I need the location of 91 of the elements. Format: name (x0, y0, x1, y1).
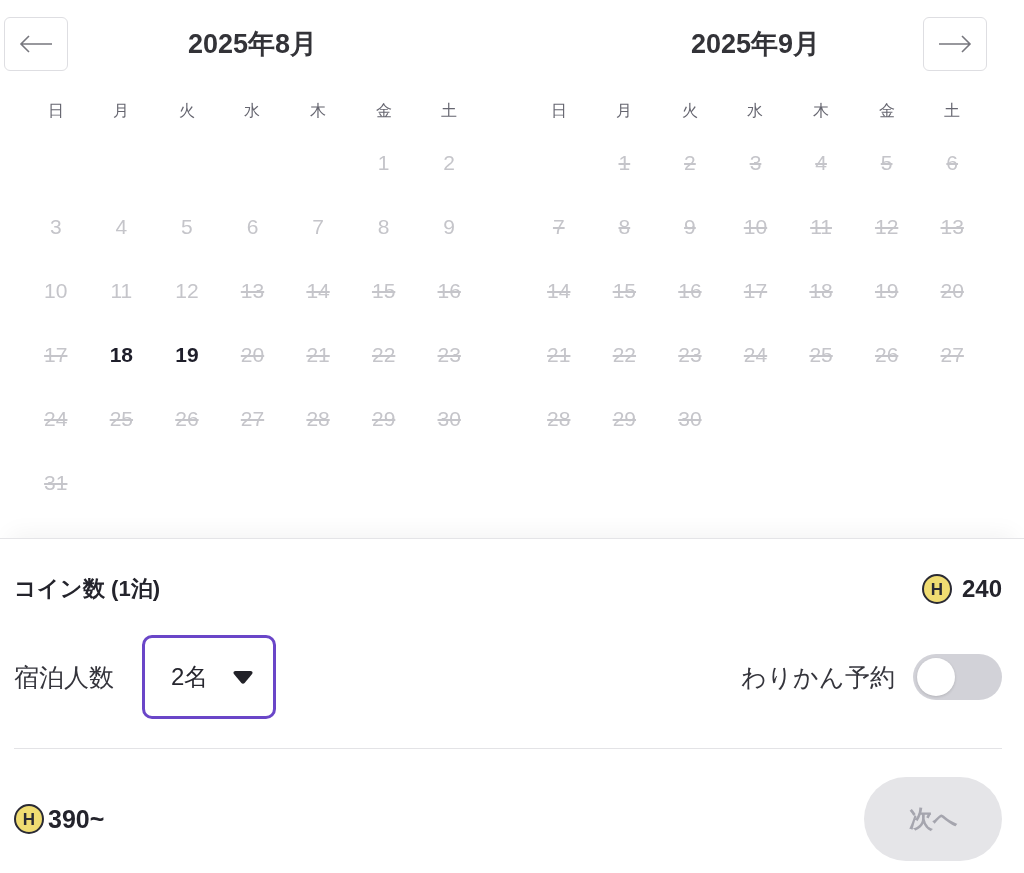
calendar-day: 11 (810, 215, 832, 239)
calendar-day: 27 (240, 407, 265, 431)
calendar-day: 3 (49, 215, 62, 239)
next-month-button[interactable] (923, 17, 987, 71)
calendar-day: 7 (552, 215, 565, 239)
coin-symbol: H (921, 574, 952, 604)
calendar-day: 7 (312, 215, 324, 239)
calendar-day[interactable]: 18 (109, 343, 134, 367)
split-booking-label: わりかん予約 (741, 661, 895, 693)
guest-count-dropdown[interactable]: 2名 (142, 635, 276, 719)
calendar-day: 24 (44, 407, 68, 431)
calendar-day: 4 (115, 215, 128, 239)
calendar-day: 23 (437, 343, 461, 367)
calendar-day: 15 (371, 279, 396, 303)
split-booking-toggle[interactable] (913, 654, 1002, 700)
calendar-day: 12 (175, 279, 199, 303)
calendar-day: 1 (618, 151, 631, 175)
weekday-label: 日 (47, 100, 64, 121)
month-title: 2025年8月 (187, 28, 318, 61)
calendar-day: 6 (246, 215, 259, 239)
calendar-day: 14 (547, 279, 571, 303)
total-amount: 390~ (48, 804, 105, 834)
calendar-day: 1 (377, 151, 390, 175)
calendar-day: 5 (880, 151, 893, 175)
calendar-day: 20 (240, 343, 265, 367)
weekday-label: 金 (878, 100, 895, 121)
calendar-day: 21 (306, 343, 330, 367)
calendar-day: 3 (749, 151, 762, 175)
weekday-label: 土 (944, 100, 961, 121)
calendar-day: 4 (815, 151, 827, 175)
coin-rate-label: コイン数 (1泊) (14, 575, 160, 603)
weekday-label: 土 (441, 100, 458, 121)
weekday-label: 月 (616, 100, 633, 121)
calendar-day: 30 (437, 407, 461, 431)
caret-down-icon (233, 670, 253, 684)
calendar-day: 5 (181, 215, 193, 239)
calendar-day: 10 (743, 215, 768, 239)
weekday-label: 水 (244, 100, 261, 121)
calendar-day: 15 (612, 279, 637, 303)
calendar-day: 25 (109, 407, 134, 431)
month-title: 2025年9月 (690, 28, 821, 61)
weekday-label: 火 (681, 100, 698, 121)
calendar-day: 9 (443, 215, 456, 239)
coin-amount: 240 (961, 575, 1002, 603)
calendar-day: 29 (371, 407, 396, 431)
arrow-left-icon (19, 35, 53, 53)
coin-symbol: H (14, 804, 44, 834)
calendar-day: 12 (874, 215, 899, 239)
calendar-day: 8 (618, 215, 631, 239)
calendar-day: 8 (377, 215, 390, 239)
calendar-day: 17 (743, 279, 768, 303)
weekday-label: 木 (813, 100, 830, 121)
calendar-day: 31 (44, 471, 68, 495)
calendar-day: 20 (940, 279, 964, 303)
guest-count-label: 宿泊人数 (14, 661, 114, 693)
calendar-day: 24 (743, 343, 768, 367)
calendar-day: 22 (371, 343, 396, 367)
calendar-day: 13 (240, 279, 265, 303)
calendar-day: 26 (874, 343, 899, 367)
calendar-day: 17 (44, 343, 68, 367)
calendar-day: 16 (437, 279, 461, 303)
calendar-day: 21 (547, 343, 571, 367)
calendar-day: 19 (874, 279, 899, 303)
calendar-day: 23 (678, 343, 702, 367)
calendar-day: 28 (306, 407, 330, 431)
weekday-label: 火 (178, 100, 195, 121)
weekday-label: 木 (310, 100, 327, 121)
calendar-day: 10 (44, 279, 68, 303)
calendar-day: 6 (946, 151, 959, 175)
previous-month-button[interactable] (4, 17, 68, 71)
calendar-day: 9 (684, 215, 696, 239)
weekday-label: 金 (375, 100, 392, 121)
weekday-label: 水 (747, 100, 764, 121)
calendar-day: 13 (940, 215, 964, 239)
calendar-day: 2 (684, 151, 696, 175)
calendar-day: 16 (678, 279, 702, 303)
calendar-day: 18 (809, 279, 833, 303)
weekday-label: 日 (550, 100, 567, 121)
calendar-day: 11 (110, 279, 133, 303)
calendar-day: 25 (809, 343, 833, 367)
calendar-day: 26 (175, 407, 199, 431)
calendar-day: 28 (547, 407, 571, 431)
calendar-day: 27 (940, 343, 964, 367)
calendar-day: 14 (306, 279, 330, 303)
calendar-day: 22 (612, 343, 637, 367)
calendar-day: 29 (612, 407, 637, 431)
arrow-right-icon (938, 35, 972, 53)
calendar-day[interactable]: 19 (175, 343, 199, 367)
calendar-day: 30 (678, 407, 702, 431)
weekday-label: 月 (113, 100, 130, 121)
calendar-day: 2 (443, 151, 456, 175)
